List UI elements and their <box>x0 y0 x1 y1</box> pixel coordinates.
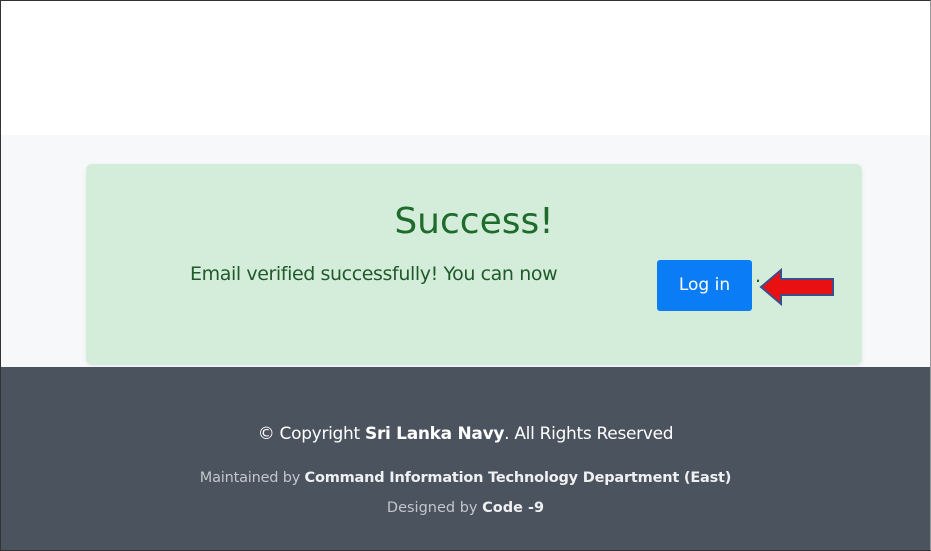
red-arrow-icon <box>759 267 834 307</box>
copyright-text: © Copyright Sri Lanka Navy. All Rights R… <box>0 423 931 445</box>
copyright-org: Sri Lanka Navy <box>365 424 505 444</box>
alert-message: Email verified successfully! You can now <box>190 263 558 285</box>
maintained-by-text: Maintained by Command Information Techno… <box>0 468 931 488</box>
login-button[interactable]: Log in <box>657 260 752 311</box>
maintained-org: Command Information Technology Departmen… <box>304 470 732 486</box>
success-alert: Success! Email verified successfully! Yo… <box>86 164 862 365</box>
designed-team: Code -9 <box>482 500 545 516</box>
alert-title: Success! <box>394 201 554 242</box>
copyright-suffix: . All Rights Reserved <box>504 424 674 444</box>
top-blank-area <box>0 0 931 135</box>
maintained-prefix: Maintained by <box>199 470 301 486</box>
footer: © Copyright Sri Lanka Navy. All Rights R… <box>0 367 931 551</box>
designed-prefix: Designed by <box>386 500 478 516</box>
designed-by-text: Designed by Code -9 <box>0 498 931 518</box>
copyright-prefix: © Copyright <box>257 424 360 444</box>
